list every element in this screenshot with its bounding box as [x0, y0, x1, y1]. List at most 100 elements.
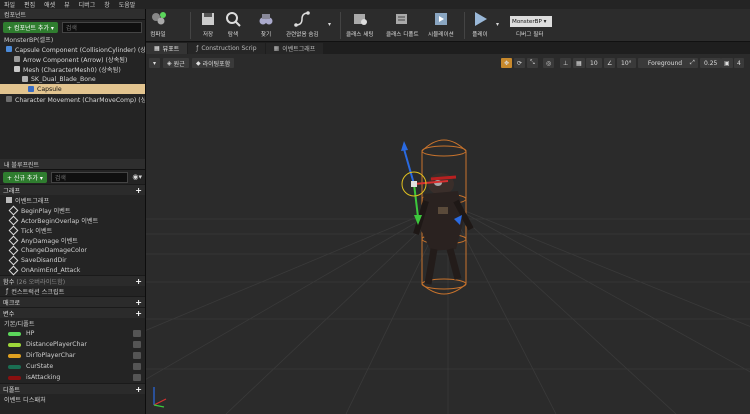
visibility-eye-icon[interactable] — [133, 363, 141, 370]
rotate-mode-icon[interactable]: ⟳ — [514, 58, 526, 68]
browse-button[interactable]: 탐색 — [225, 11, 241, 41]
hide-unrelated-button[interactable]: 관련없음 숨김 — [286, 11, 319, 41]
surface-snap-icon[interactable]: ⊥ — [560, 58, 572, 68]
component-capsule-selected[interactable]: Capsule — [0, 84, 145, 94]
event-graph-item[interactable]: 이벤트그래프 — [0, 195, 145, 205]
event-icon — [8, 225, 19, 235]
menu-window[interactable]: 창 — [104, 0, 110, 9]
component-mesh[interactable]: Mesh (CharacterMesh0) (상속됨) — [0, 64, 145, 74]
event-icon — [8, 215, 19, 225]
event-item[interactable]: AnyDamage 이벤트 — [0, 235, 145, 245]
add-variable-icon[interactable]: + — [135, 309, 142, 318]
debug-object-select[interactable]: MonsterBP ▾ — [510, 16, 552, 27]
gear-icon — [353, 14, 367, 25]
variable-item[interactable]: DirToPlayerChar — [0, 350, 145, 361]
add-function-icon[interactable]: + — [135, 277, 142, 286]
scale-mode-icon[interactable]: ⤡ — [527, 58, 538, 68]
add-dispatcher-icon[interactable]: + — [135, 385, 142, 394]
tab-viewport[interactable]: ▦ 뷰포트 — [146, 43, 188, 54]
find-button[interactable]: 찾기 — [258, 11, 274, 41]
components-tab[interactable]: 컴포넌트 — [0, 9, 145, 20]
menu-edit[interactable]: 편집 — [24, 0, 35, 9]
component-arrow[interactable]: Arrow Component (Arrow) (상속됨) — [0, 54, 145, 64]
left-panel: 컴포넌트 + 컴포넌트 추가 ▾ 검색 MonsterBP(셀프) Capsul… — [0, 9, 146, 414]
layer-select[interactable]: Foreground — [638, 58, 692, 68]
viewport-options-button[interactable]: ▾ — [149, 58, 161, 68]
camera-speed-icon[interactable]: ▣ — [721, 58, 733, 68]
component-capsule[interactable]: Capsule Component (CollisionCylinder) (상… — [0, 44, 145, 54]
add-component-button[interactable]: + 컴포넌트 추가 ▾ — [3, 21, 58, 33]
variable-item[interactable]: isAttacking — [0, 372, 145, 383]
visibility-eye-icon[interactable] — [133, 374, 141, 381]
visibility-eye-icon[interactable] — [133, 352, 141, 359]
variable-type-pill — [8, 375, 21, 380]
variable-item[interactable]: HP — [0, 328, 145, 339]
tab-event-graph[interactable]: ▦ 이벤트그래프 — [265, 43, 324, 54]
hide-unrelated-dropdown-icon[interactable]: ▾ — [328, 21, 331, 28]
simulation-button[interactable]: 시뮬레이션 — [428, 11, 454, 41]
components-variables-group[interactable]: 기본/디폴트 — [0, 318, 145, 328]
compile-button[interactable]: 컴파일 — [150, 11, 166, 41]
variable-item[interactable]: CurState — [0, 361, 145, 372]
menu-view[interactable]: 뷰 — [64, 0, 70, 9]
variables-category[interactable]: 변수 + — [0, 307, 145, 318]
event-icon — [8, 205, 19, 215]
macros-category[interactable]: 매크로 + — [0, 296, 145, 307]
event-item[interactable]: SaveDisandDir — [0, 255, 145, 265]
event-icon — [8, 265, 19, 275]
menu-asset[interactable]: 애셋 — [44, 0, 55, 9]
graph-icon — [6, 197, 12, 203]
variable-item[interactable]: DistancePlayerChar — [0, 339, 145, 350]
lit-mode-button[interactable]: ◆ 라이팅포함 — [192, 58, 235, 68]
play-dropdown-icon[interactable]: ▾ — [496, 21, 499, 28]
menu-debug[interactable]: 디버그 — [79, 0, 96, 9]
graph-icon: ▦ — [273, 45, 280, 52]
event-icon — [8, 255, 19, 265]
scale-snap-icon[interactable]: ⤢ — [687, 58, 698, 68]
menu-help[interactable]: 도움말 — [119, 0, 136, 9]
class-settings-button[interactable]: 클래스 세팅 — [346, 11, 374, 41]
component-root[interactable]: MonsterBP(셀프) — [0, 34, 145, 44]
scale-snap-value[interactable]: 0.25 — [700, 58, 722, 68]
eye-icon[interactable]: ◉▾ — [132, 173, 142, 181]
components-search-input[interactable]: 검색 — [61, 21, 142, 33]
construction-script-item[interactable]: ƒ 컨스트럭션 스크립트 — [0, 286, 145, 296]
visibility-eye-icon[interactable] — [133, 330, 141, 337]
add-new-button[interactable]: + 신규 추가 ▾ — [3, 171, 47, 183]
variable-type-pill — [8, 342, 21, 347]
add-macro-icon[interactable]: + — [135, 298, 142, 307]
grid-snap-icon[interactable]: ▦ — [573, 58, 585, 68]
component-movement[interactable]: Character Movement (CharMoveComp) (상속됨) — [0, 94, 145, 104]
function-icon: ƒ — [6, 287, 9, 295]
event-item[interactable]: BeginPlay 이벤트 — [0, 205, 145, 215]
event-item[interactable]: ChangeDamageColor — [0, 245, 145, 255]
save-button[interactable]: 저장 — [200, 11, 216, 41]
event-item[interactable]: Tick 이벤트 — [0, 225, 145, 235]
my-blueprint-tab[interactable]: 내 블루프린트 — [0, 159, 145, 170]
visibility-eye-icon[interactable] — [133, 341, 141, 348]
rotation-snap-icon[interactable]: ∠ — [604, 58, 616, 68]
class-defaults-button[interactable]: 클래스 디폴트 — [386, 11, 419, 41]
variable-type-pill — [8, 331, 21, 336]
perspective-button[interactable]: ◈ 원근 — [163, 58, 189, 68]
event-dispatchers-item[interactable]: 이벤트 디스패처 — [0, 394, 145, 404]
rotation-snap-value[interactable]: 10° — [617, 58, 636, 68]
grid-snap-value[interactable]: 10 — [586, 58, 602, 68]
play-button[interactable]: 플레이 — [472, 11, 488, 41]
viewport[interactable]: ▾ ◈ 원근 ◆ 라이팅포함 ✥ ⟳ ⤡ ◎ ⊥ ▦ 10 ∠ 10° Foregr… — [146, 54, 750, 414]
event-item[interactable]: ActorBeginOverlap 이벤트 — [0, 215, 145, 225]
blueprint-search-input[interactable]: 검색 — [50, 171, 129, 183]
component-skeleton[interactable]: SK_Dual_Blade_Bone — [0, 74, 145, 84]
my-blueprint-panel: 내 블루프린트 + 신규 추가 ▾ 검색 ◉▾ 그래프 + 이벤트그래프 Begi… — [0, 159, 145, 404]
menu-file[interactable]: 파일 — [4, 0, 15, 9]
dispatchers-category[interactable]: 디폴트 + — [0, 383, 145, 394]
event-item[interactable]: OnAnimEnd_Attack — [0, 265, 145, 275]
camera-speed-value[interactable]: 4 — [734, 58, 744, 68]
tab-construction-script[interactable]: ƒ Construction Scrip — [188, 43, 265, 54]
add-graph-icon[interactable]: + — [135, 186, 142, 195]
graphs-category[interactable]: 그래프 + — [0, 184, 145, 195]
perspective-icon: ◈ — [167, 59, 172, 67]
translate-mode-icon[interactable]: ✥ — [501, 58, 513, 68]
world-space-icon[interactable]: ◎ — [543, 58, 555, 68]
functions-category[interactable]: 함수 (26 오버라이드함) + — [0, 275, 145, 286]
